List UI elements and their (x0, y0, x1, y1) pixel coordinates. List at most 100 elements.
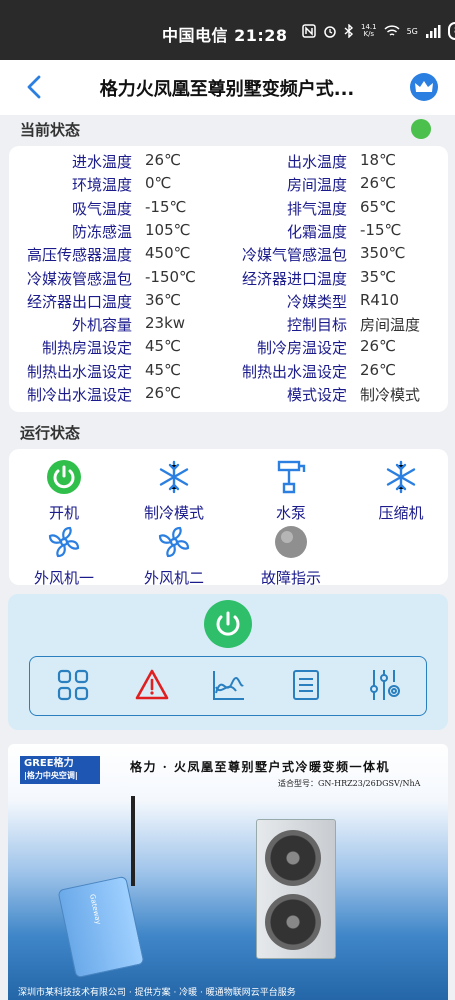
status-row: 高压传感器温度 450℃ 冷媒气管感温包 350℃ (9, 244, 448, 266)
page-title: 格力火凤凰至尊别墅变频户式... (99, 79, 355, 100)
status-value: 26℃ (360, 360, 396, 379)
run-item-power: 开机 (14, 458, 114, 523)
status-label: 经济器出口温度 (26, 292, 132, 311)
status-label: 进水温度 (71, 153, 132, 171)
status-row: 吸气温度 -15℃ 排气温度 65℃ (9, 198, 448, 220)
run-item-label: 故障指示 (260, 569, 321, 587)
status-row: 进水温度 26℃ 出水温度 18℃ (9, 151, 448, 173)
run-item-outdoor-fan-1: 外风机一 (14, 523, 114, 588)
current-status-title: 当前状态 (20, 121, 81, 139)
fault-indicator-icon (275, 526, 307, 558)
list-icon[interactable] (288, 667, 324, 703)
brand-logo: GREE格力 |格力中央空调| (20, 756, 100, 784)
status-row: 环境温度 0℃ 房间温度 26℃ (9, 174, 448, 196)
run-item-compressor: 压缩机 (351, 458, 451, 523)
status-value: 房间温度 (360, 316, 421, 335)
bluetooth-icon (344, 24, 354, 38)
fan-icon (48, 526, 80, 558)
status-value: 45℃ (145, 360, 181, 379)
status-value: 26℃ (145, 384, 181, 402)
status-row: 冷媒液管感温包 -150℃ 经济器进口温度 35℃ (9, 268, 448, 290)
status-value: 26℃ (360, 337, 396, 356)
crown-icon[interactable] (409, 72, 439, 102)
status-value: -15℃ (360, 220, 402, 239)
function-toolbar (29, 656, 427, 716)
status-row: 制冷出水温设定 26℃ 模式设定 制冷模式 (9, 384, 448, 406)
status-label: 化霜温度 (286, 222, 347, 241)
status-value: R410 (360, 290, 400, 309)
status-value: 18℃ (360, 151, 396, 169)
product-banner[interactable]: GREE格力 |格力中央空调| 格力 · 火凤凰至尊别墅户式冷暖变频一体机 适合… (8, 744, 448, 1000)
status-label: 环境温度 (71, 176, 132, 195)
status-label: 高压传感器温度 (26, 246, 132, 265)
power-button[interactable] (204, 600, 252, 648)
system-status-bar: 中国电信 21:28 14.1 K/s 5G 83 (0, 0, 455, 60)
status-value: 65℃ (360, 197, 396, 216)
status-label: 模式设定 (286, 386, 347, 404)
network-speed: 14.1 K/s (361, 23, 377, 38)
status-label: 外机容量 (71, 316, 132, 335)
status-icons: 14.1 K/s 5G 83 (302, 22, 455, 40)
status-value: 45℃ (145, 337, 181, 356)
status-label: 房间温度 (286, 176, 347, 195)
status-value: 26℃ (145, 151, 181, 169)
run-item-fault-indicator: 故障指示 (241, 523, 341, 588)
run-item-label: 开机 (48, 504, 79, 522)
run-item-water-pump: 水泵 (241, 458, 341, 523)
fan-icon (158, 526, 190, 558)
gateway-device-image: Gateway (57, 875, 145, 979)
status-value: 0℃ (145, 174, 172, 193)
brand-subtitle: |格力中央空调| (24, 771, 78, 780)
banner-model: 适合型号：GN-HRZ23/26DGSV/NhA (278, 779, 421, 788)
run-item-outdoor-fan-2: 外风机二 (124, 523, 224, 588)
unit-fan-top (265, 830, 321, 886)
battery-indicator: 83 (447, 22, 455, 40)
snowflake-icon (386, 460, 416, 494)
banner-title: 格力 · 火凤凰至尊别墅户式冷暖变频一体机 (130, 760, 391, 774)
status-value: 36℃ (145, 290, 181, 309)
water-pump-icon (277, 460, 306, 494)
navigation-bar: 格力火凤凰至尊别墅变频户式... (0, 60, 455, 115)
status-value: 制冷模式 (360, 386, 421, 404)
status-value: 35℃ (360, 267, 396, 286)
run-item-label: 外风机二 (143, 569, 204, 587)
banner-footer-text: 深圳市某科技技术有限公司 · 提供方案 · 冷暖 · 暖通物联网云平台服务 (18, 988, 296, 998)
run-item-label: 压缩机 (378, 504, 424, 522)
status-label: 冷媒气管感温包 (241, 246, 347, 265)
network-type: 5G (406, 26, 418, 36)
status-label: 制热房温设定 (41, 339, 132, 358)
status-value: -150℃ (145, 267, 196, 286)
signal-icon (425, 24, 441, 38)
status-label: 制冷房温设定 (256, 339, 347, 358)
status-value: -15℃ (145, 197, 187, 216)
grid-menu-icon[interactable] (55, 667, 91, 703)
chart-curve-icon[interactable] (211, 667, 247, 703)
run-status-card: 开机 制冷模式 水泵 压缩机 外风机一 外风机二 故障指示 (9, 449, 451, 588)
status-row: 制热房温设定 45℃ 制冷房温设定 26℃ (9, 337, 448, 359)
status-label: 排气温度 (286, 199, 347, 218)
status-label: 制热出水温设定 (26, 362, 132, 381)
status-value: 105℃ (145, 220, 191, 239)
power-on-icon (47, 460, 81, 494)
carrier-time: 中国电信 21:28 (162, 26, 288, 45)
snowflake-icon (159, 460, 189, 494)
run-status-title: 运行状态 (20, 424, 81, 442)
run-item-label: 水泵 (275, 504, 306, 522)
settings-sliders-icon[interactable] (366, 667, 402, 703)
warning-icon[interactable] (134, 667, 170, 703)
status-label: 制冷出水温设定 (26, 386, 132, 404)
online-status-indicator (411, 119, 431, 139)
current-status-card: 进水温度 26℃ 出水温度 18℃ 环境温度 0℃ 房间温度 26℃ 吸气温度 -15℃ 排气温度 6… (9, 146, 448, 412)
status-value: 23kw (145, 314, 186, 333)
back-button[interactable] (20, 72, 50, 102)
run-item-label: 外风机一 (33, 569, 94, 587)
unit-fan-bottom (265, 894, 321, 950)
status-label: 制热出水温设定 (241, 362, 347, 381)
status-row: 外机容量 23kw 控制目标 房间温度 (9, 314, 448, 336)
run-item-label: 制冷模式 (143, 504, 204, 522)
gateway-label: Gateway (88, 893, 103, 926)
status-value: 26℃ (360, 174, 396, 193)
wifi-icon (384, 24, 400, 36)
status-label: 经济器进口温度 (241, 269, 347, 288)
alarm-icon (324, 26, 336, 38)
